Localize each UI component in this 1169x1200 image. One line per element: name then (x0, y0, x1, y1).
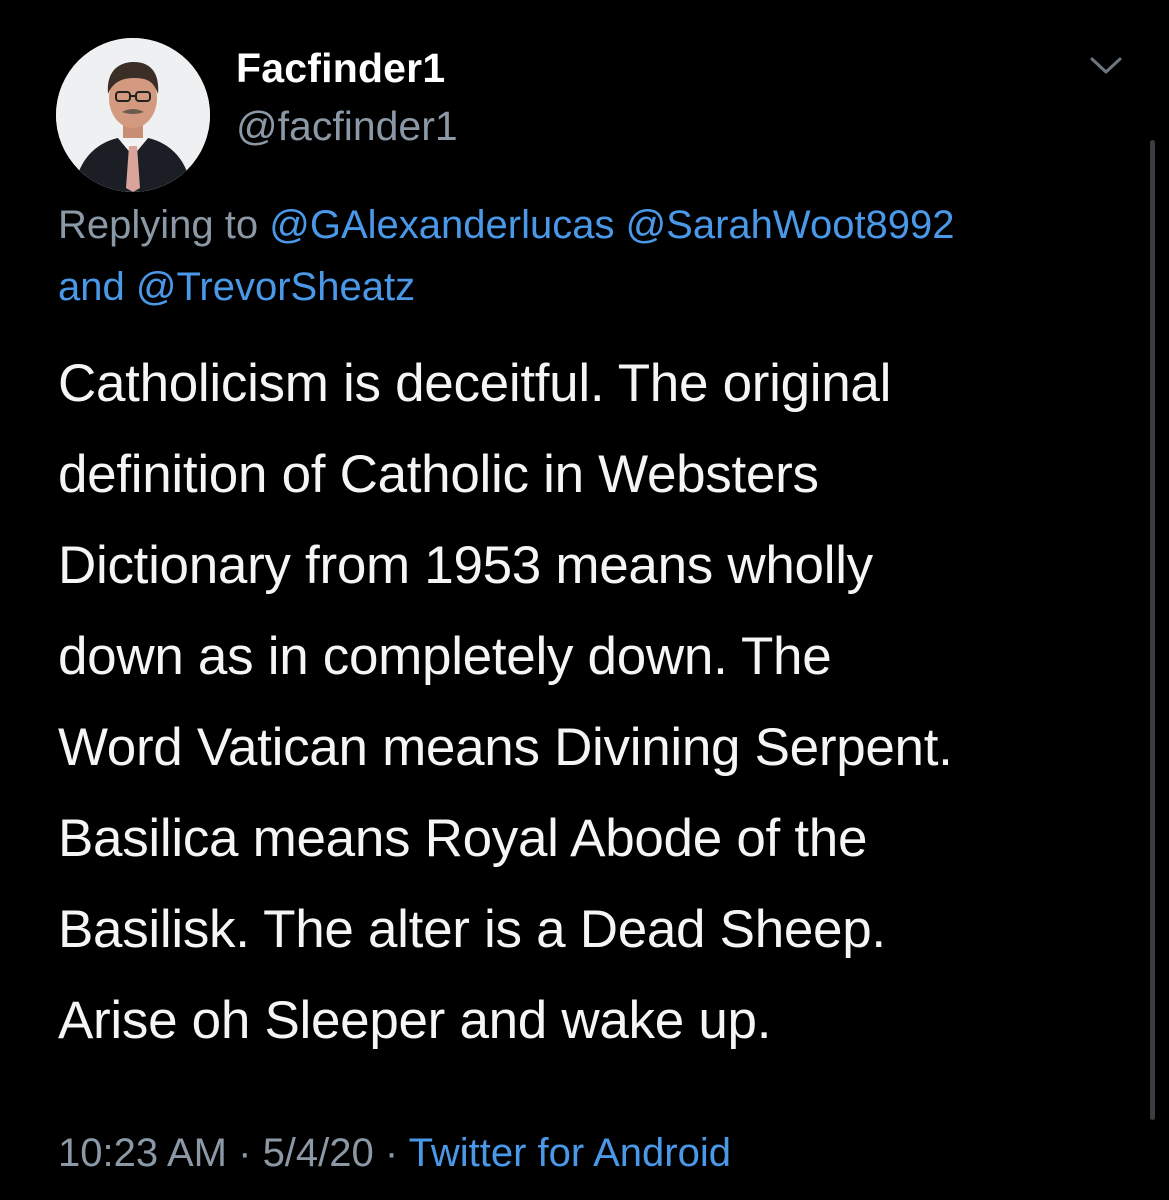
replying-to-line: Replying to @GAlexanderlucas @SarahWoot8… (58, 194, 1138, 318)
tweet-date[interactable]: 5/4/20 (263, 1131, 374, 1175)
tweet-text-line: Catholicism is deceitful. The original (58, 354, 892, 413)
tweet-text-line: Basilisk. The alter is a Dead Sheep. (58, 900, 886, 959)
tweet-text-line: Word Vatican means Divining Serpent. (58, 718, 953, 777)
tweet-text-line: definition of Catholic in Websters (58, 445, 819, 504)
tweet: Facfinder1 @facfinder1 Replying to @GAle… (0, 0, 1169, 1200)
mention-link[interactable]: @TrevorSheatz (136, 265, 415, 309)
tweet-meta: 10:23 AM · 5/4/20 · Twitter for Android (58, 1128, 731, 1178)
tweet-text-line: Arise oh Sleeper and wake up. (58, 991, 772, 1050)
meta-separator: · (227, 1131, 263, 1175)
mention-joiner[interactable]: and (58, 265, 136, 309)
chevron-down-icon[interactable] (1086, 50, 1126, 80)
replying-to-label: Replying to (58, 203, 270, 247)
tweet-header: Facfinder1 @facfinder1 (56, 38, 1122, 192)
tweet-source-link[interactable]: Twitter for Android (409, 1131, 731, 1175)
tweet-text-line: down as in completely down. The (58, 627, 832, 686)
avatar[interactable] (56, 38, 210, 192)
avatar-photo (56, 38, 210, 192)
user-handle[interactable]: @facfinder1 (236, 100, 458, 152)
tweet-time[interactable]: 10:23 AM (58, 1131, 227, 1175)
mention-link[interactable]: @SarahWoot8992 (626, 203, 955, 247)
meta-separator: · (373, 1131, 409, 1175)
display-name[interactable]: Facfinder1 (236, 42, 458, 94)
tweet-text-line: Basilica means Royal Abode of the (58, 809, 868, 868)
scrollbar[interactable] (1150, 140, 1155, 1120)
tweet-text: Catholicism is deceitful. The original d… (58, 338, 1138, 1066)
tweet-text-line: Dictionary from 1953 means wholly (58, 536, 873, 595)
author-names: Facfinder1 @facfinder1 (236, 42, 458, 152)
mention-link[interactable]: @GAlexanderlucas (269, 203, 614, 247)
